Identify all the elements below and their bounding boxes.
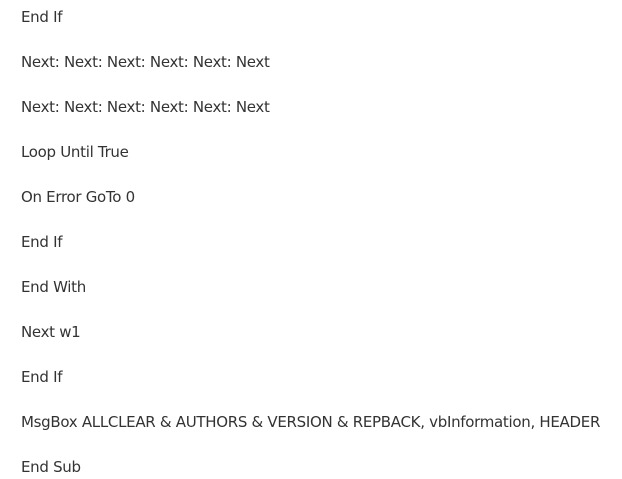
code-line-end-if: End If <box>21 233 63 251</box>
code-line-end-sub: End Sub <box>21 458 81 476</box>
code-line-end-if: End If <box>21 8 63 26</box>
code-line-loop-until: Loop Until True <box>21 143 129 161</box>
code-line-msgbox: MsgBox ALLCLEAR & AUTHORS & VERSION & RE… <box>21 413 601 431</box>
code-line-end-with: End With <box>21 278 86 296</box>
code-line-end-if: End If <box>21 368 63 386</box>
code-listing: End If Next: Next: Next: Next: Next: Nex… <box>21 0 621 479</box>
code-line-next-w1: Next w1 <box>21 323 81 341</box>
code-line-on-error: On Error GoTo 0 <box>21 188 135 206</box>
code-line-next-chain: Next: Next: Next: Next: Next: Next <box>21 53 270 71</box>
code-line-next-chain: Next: Next: Next: Next: Next: Next <box>21 98 270 116</box>
